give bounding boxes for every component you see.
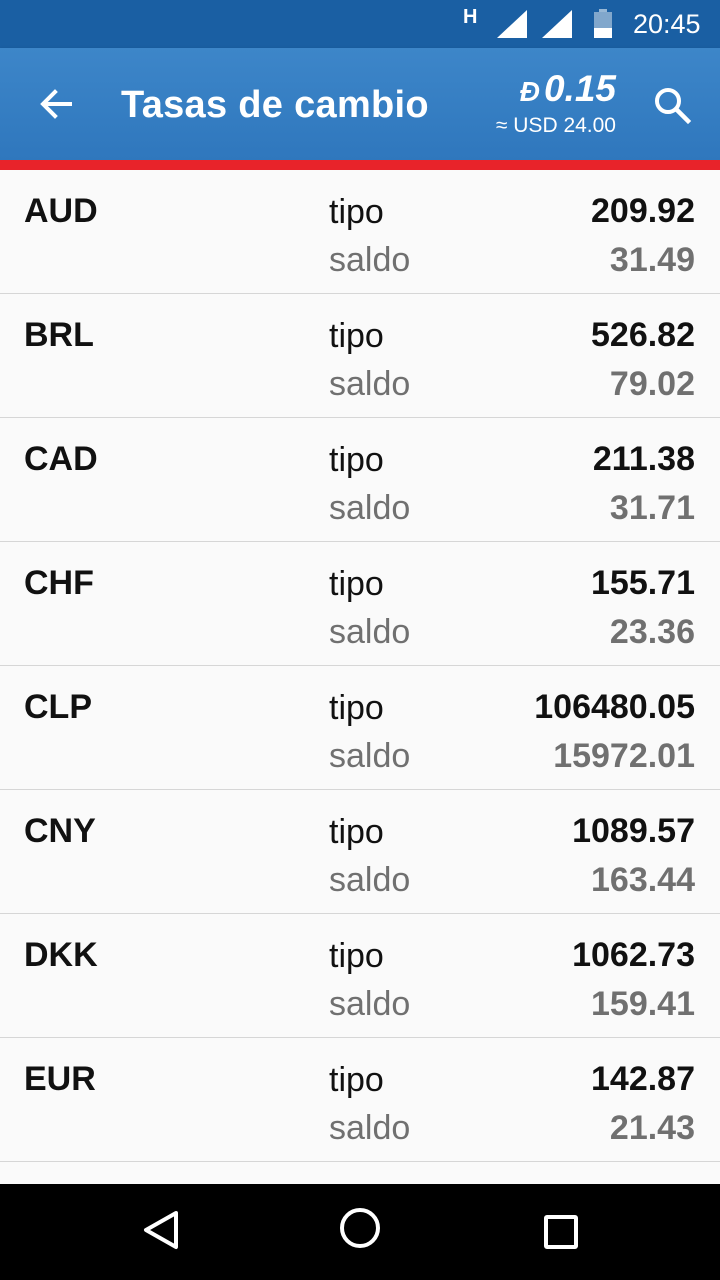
balance-label: saldo	[329, 861, 411, 899]
nav-recents-icon[interactable]	[544, 1215, 578, 1249]
search-icon[interactable]	[652, 85, 692, 125]
rate-row-aud[interactable]: AUD tipo saldo 209.92 31.49	[0, 170, 720, 294]
accent-divider	[0, 160, 720, 170]
rate-row-chf[interactable]: CHF tipo saldo 155.71 23.36	[0, 542, 720, 666]
rate-label: tipo	[329, 193, 384, 231]
balance-label: saldo	[329, 365, 411, 403]
dash-currency-icon: Đ	[519, 76, 540, 107]
network-type-indicator: H	[463, 6, 478, 28]
rate-row-brl[interactable]: BRL tipo saldo 526.82 79.02	[0, 294, 720, 418]
balance-value: 159.41	[591, 985, 695, 1023]
balance-label: saldo	[329, 613, 411, 651]
status-time: 20:45	[633, 9, 701, 39]
rate-value: 155.71	[591, 564, 695, 602]
battery-icon	[594, 9, 612, 38]
page-title: Tasas de cambio	[121, 84, 429, 126]
balance-value: 79.02	[609, 365, 695, 403]
balance-label: saldo	[329, 985, 411, 1023]
balance-value: 15972.01	[553, 737, 695, 775]
rate-label: tipo	[329, 441, 384, 479]
balance-value: 21.43	[609, 1109, 695, 1147]
rate-value: 1062.73	[572, 936, 695, 974]
balance-fiat-value: ≈ USD 24.00	[495, 114, 616, 137]
rate-label: tipo	[329, 689, 384, 727]
rate-value: 526.82	[591, 316, 695, 354]
nav-home-icon[interactable]	[340, 1208, 380, 1248]
rate-label: tipo	[329, 1061, 384, 1099]
back-arrow-icon[interactable]	[36, 84, 76, 124]
wallet-balance[interactable]: Đ 0.15 ≈ USD 24.00	[496, 68, 616, 139]
balance-label: saldo	[329, 737, 411, 775]
rate-value: 1089.57	[572, 812, 695, 850]
rates-list[interactable]: AUD tipo saldo 209.92 31.49 BRL tipo sal…	[0, 170, 720, 1162]
rate-label: tipo	[329, 565, 384, 603]
app-bar: Tasas de cambio Đ 0.15 ≈ USD 24.00	[0, 48, 720, 160]
rate-value: 211.38	[592, 440, 695, 478]
balance-value: 163.44	[591, 861, 695, 899]
currency-code: AUD	[24, 192, 98, 230]
balance-label: saldo	[329, 1109, 411, 1147]
balance-value: 31.49	[609, 241, 695, 279]
rate-value: 209.92	[591, 192, 695, 230]
status-bar: H 20:45	[0, 0, 720, 48]
rate-label: tipo	[329, 813, 384, 851]
rate-row-clp[interactable]: CLP tipo saldo 106480.05 15972.01	[0, 666, 720, 790]
rate-row-eur[interactable]: EUR tipo saldo 142.87 21.43	[0, 1038, 720, 1162]
signal-icon	[497, 10, 527, 38]
rate-row-cad[interactable]: CAD tipo saldo 211.38 31.71	[0, 418, 720, 542]
rate-row-dkk[interactable]: DKK tipo saldo 1062.73 159.41	[0, 914, 720, 1038]
balance-value: 31.71	[609, 489, 695, 527]
balance-label: saldo	[329, 241, 411, 279]
balance-label: saldo	[329, 489, 411, 527]
currency-code: CNY	[24, 812, 96, 850]
rate-row-cny[interactable]: CNY tipo saldo 1089.57 163.44	[0, 790, 720, 914]
rate-label: tipo	[329, 317, 384, 355]
currency-code: CLP	[24, 688, 92, 726]
rate-label: tipo	[329, 937, 384, 975]
balance-value: 0.15	[543, 68, 616, 109]
rate-value: 142.87	[591, 1060, 695, 1098]
rate-value: 106480.05	[534, 688, 695, 726]
currency-code: DKK	[24, 936, 98, 974]
currency-code: EUR	[24, 1060, 96, 1098]
balance-value: 23.36	[609, 613, 695, 651]
currency-code: BRL	[24, 316, 94, 354]
nav-back-icon[interactable]	[140, 1208, 184, 1252]
currency-code: CHF	[24, 564, 94, 602]
system-nav-bar	[0, 1184, 720, 1280]
currency-code: CAD	[24, 440, 98, 478]
signal-icon	[542, 10, 572, 38]
